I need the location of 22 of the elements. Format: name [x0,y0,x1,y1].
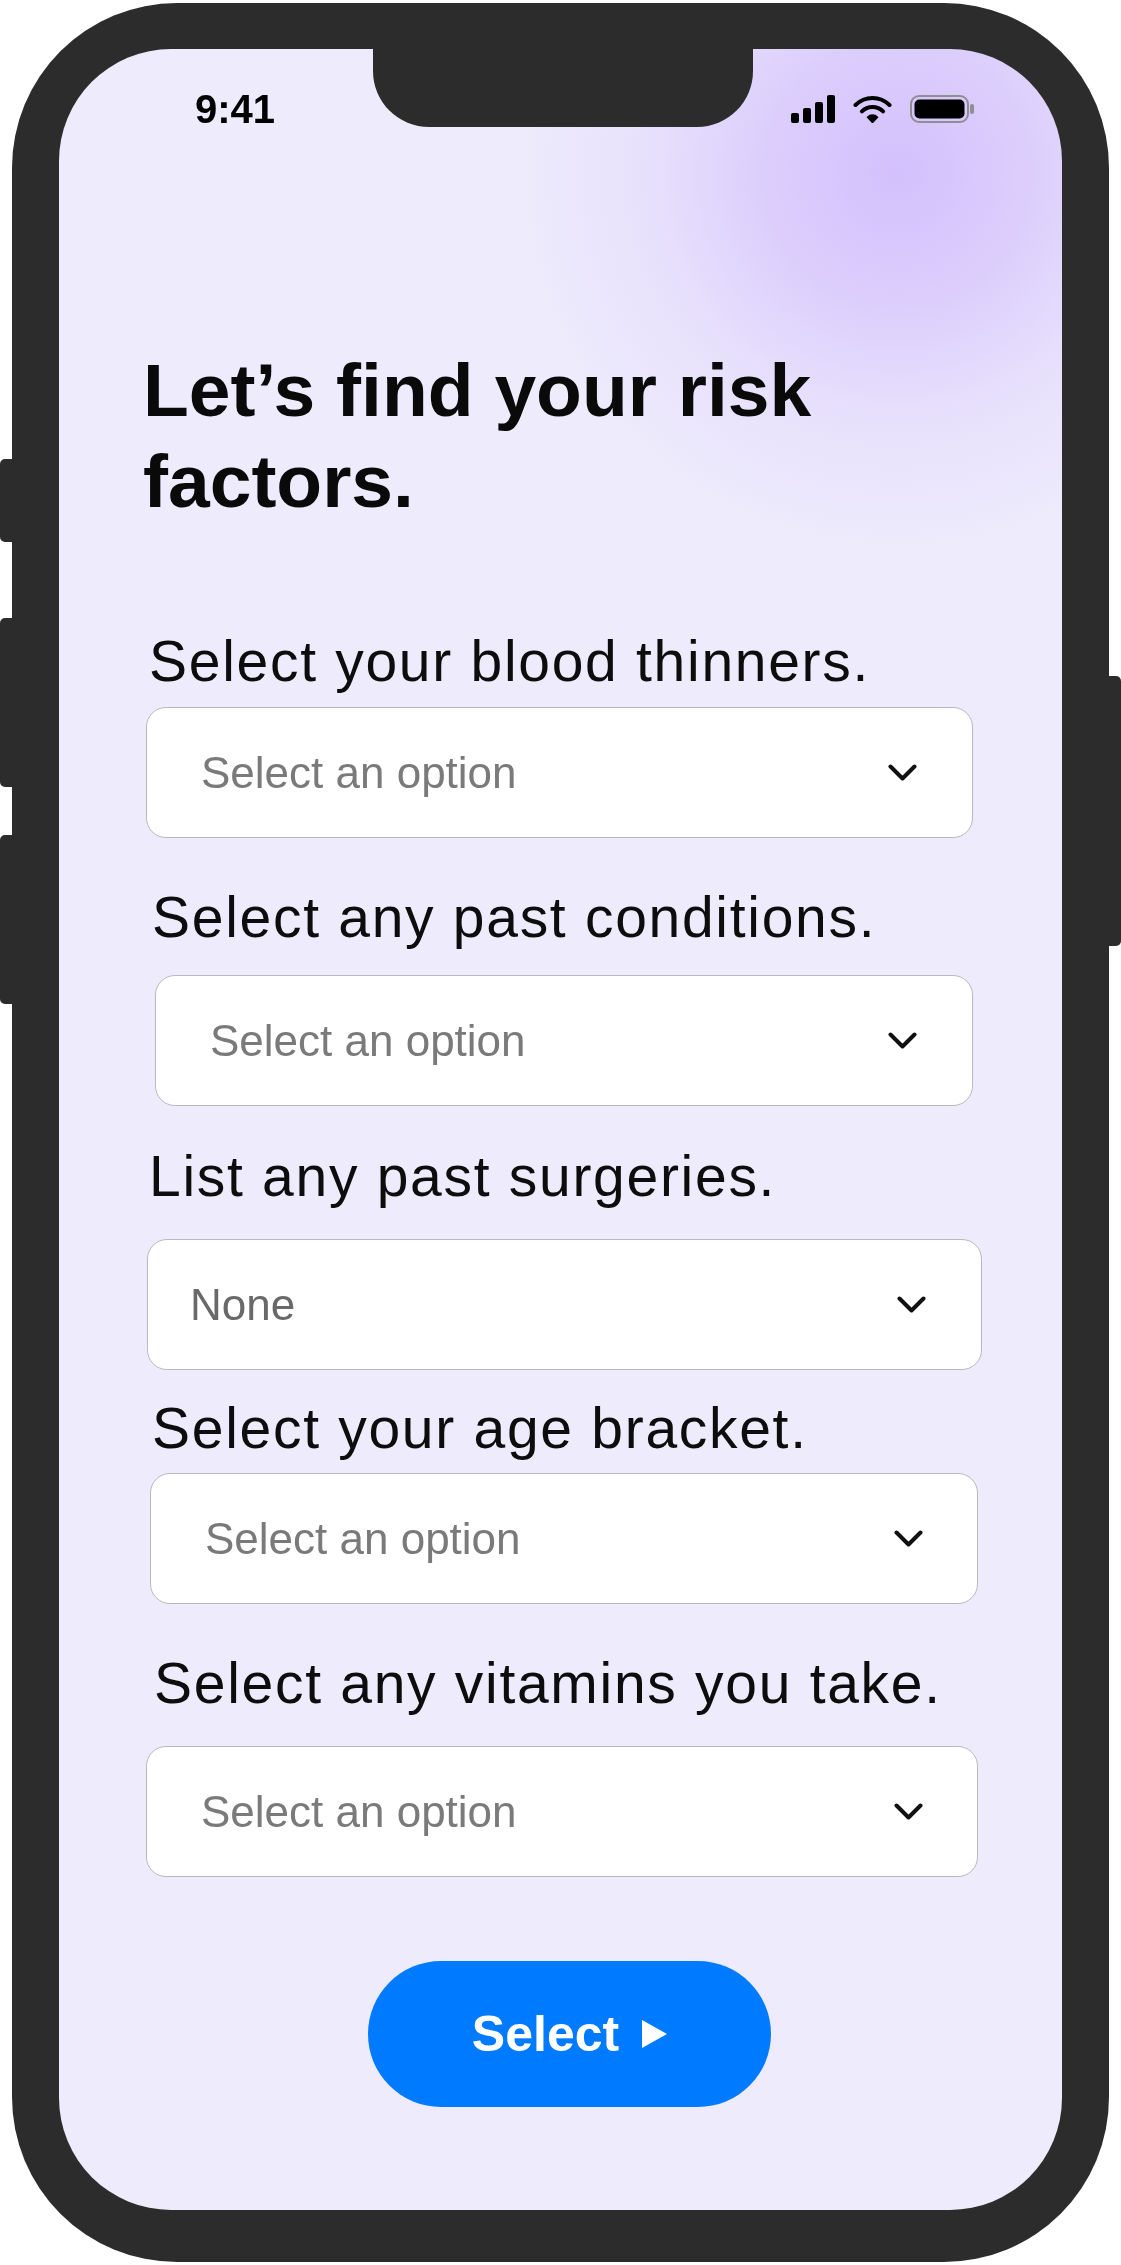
submit-button[interactable]: Select [368,1961,771,2107]
select-dropdown[interactable]: Select an option [150,1473,978,1604]
chevron-down-icon [897,1296,926,1313]
question-label: List any past surgeries. [149,1144,777,1208]
battery-icon [910,95,974,123]
chevron-down-icon [894,1803,923,1820]
question-label: Select your blood thinners. [149,629,871,693]
select-dropdown[interactable]: Select an option [155,975,973,1106]
signal-icon [791,95,835,123]
chevron-down-icon [888,764,917,781]
chevron-down-icon [894,1530,923,1547]
question-label: Select your age bracket. [152,1396,808,1460]
wifi-icon [853,95,892,123]
play-icon [642,2020,668,2048]
page-title: Let’s find your risk factors. [143,347,813,525]
select-dropdown[interactable]: None [147,1239,982,1370]
status-time: 9:41 [195,89,276,129]
select-dropdown[interactable]: Select an option [146,1746,978,1877]
chevron-down-icon [888,1032,917,1049]
question-label: Select any past conditions. [152,885,877,949]
question-label: Select any vitamins you take. [154,1651,942,1715]
select-dropdown[interactable]: Select an option [146,707,973,838]
